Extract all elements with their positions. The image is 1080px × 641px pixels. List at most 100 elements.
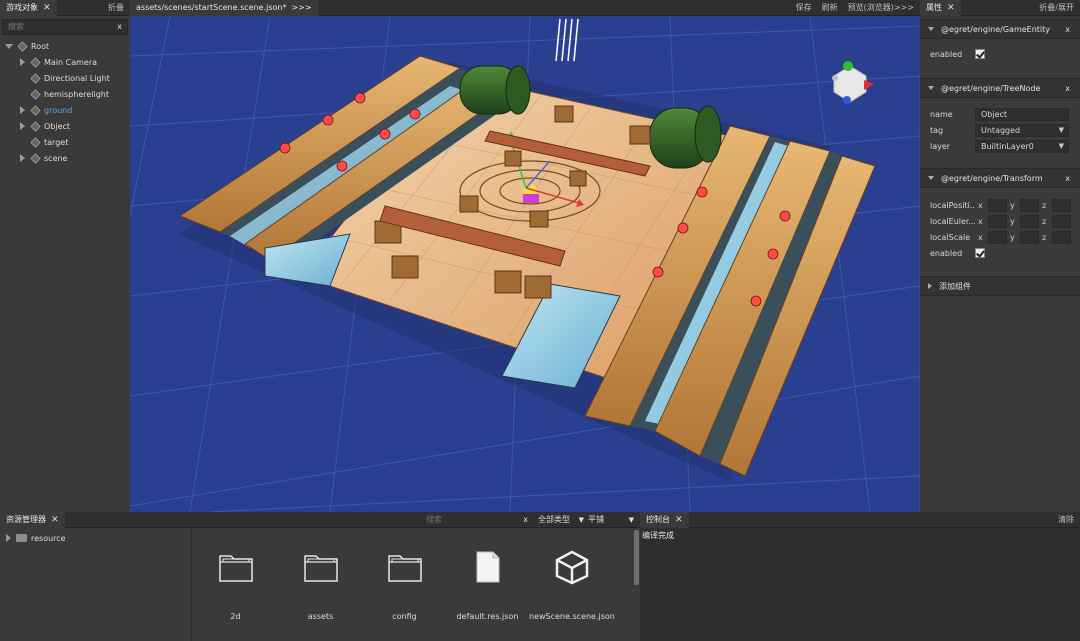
- asset-item-newscene[interactable]: newScene.scene.json: [529, 528, 615, 621]
- prop-layer: layer BuiltinLayer0 ▼: [930, 139, 1074, 153]
- expand-arrow-icon[interactable]: [18, 106, 26, 114]
- inspector-tab[interactable]: 属性 ✕: [920, 0, 961, 16]
- asset-grid: 2d assets config default.res.json newSce…: [193, 528, 640, 641]
- folder-label: resource: [31, 533, 66, 543]
- tree-item-root[interactable]: Root: [0, 38, 130, 54]
- scene-viewport[interactable]: [130, 16, 920, 512]
- tree-item-object[interactable]: Object: [0, 118, 130, 134]
- hierarchy-tab[interactable]: 游戏对象 ✕: [0, 0, 57, 16]
- tree-item-hemispherelight[interactable]: hemispherelight: [0, 86, 130, 102]
- hierarchy-tree: Root Main Camera Directional Light hemis…: [0, 38, 130, 166]
- close-icon[interactable]: ✕: [43, 3, 51, 13]
- component-header-game-entity[interactable]: @egret/engine/GameEntity x: [920, 19, 1080, 39]
- tree-item-label: Directional Light: [44, 73, 110, 83]
- asset-search-input[interactable]: 搜索 x: [422, 512, 532, 527]
- remove-component-button[interactable]: x: [1065, 174, 1070, 183]
- prop-label: enabled: [930, 49, 963, 59]
- tree-item-ground[interactable]: ground: [0, 102, 130, 118]
- collapse-expand-button[interactable]: 折叠/展开: [1039, 2, 1074, 13]
- x-input[interactable]: [988, 214, 1007, 228]
- remove-component-button[interactable]: x: [1065, 84, 1070, 93]
- expand-arrow-icon[interactable]: [18, 122, 26, 130]
- enabled-checkbox[interactable]: [975, 248, 985, 258]
- cube-icon: [555, 550, 588, 585]
- prop-label: localScale: [930, 232, 971, 242]
- component-title: @egret/engine/GameEntity: [941, 24, 1051, 34]
- tree-item-main-camera[interactable]: Main Camera: [0, 54, 130, 70]
- y-input[interactable]: [1020, 198, 1039, 212]
- refresh-button[interactable]: 刷新: [822, 2, 838, 13]
- assets-tab[interactable]: 资源管理器 ✕: [0, 511, 65, 528]
- name-input[interactable]: Object: [975, 107, 1069, 121]
- console-tab[interactable]: 控制台 ✕: [640, 511, 689, 528]
- collapse-arrow-icon[interactable]: [928, 176, 934, 180]
- game-object-icon: [30, 136, 41, 148]
- tree-item-directional-light[interactable]: Directional Light: [0, 70, 130, 86]
- z-input[interactable]: [1052, 214, 1071, 228]
- expand-arrow-icon[interactable]: [18, 154, 26, 162]
- view-mode-select[interactable]: 平铺 ▼: [588, 513, 636, 527]
- close-icon[interactable]: ✕: [947, 3, 955, 13]
- z-input[interactable]: [1052, 230, 1071, 244]
- x-input[interactable]: [988, 198, 1007, 212]
- y-input[interactable]: [1020, 230, 1039, 244]
- tree-item-target[interactable]: target: [0, 134, 130, 150]
- hierarchy-search-input[interactable]: 搜索 x: [2, 19, 128, 35]
- z-input[interactable]: [1052, 198, 1071, 212]
- tree-item-label: hemispherelight: [44, 89, 110, 99]
- expand-arrow-icon[interactable]: [18, 58, 26, 66]
- prop-local-position: localPositi... x y z: [930, 198, 1074, 212]
- collapse-arrow-icon[interactable]: [928, 86, 934, 90]
- y-input[interactable]: [1020, 214, 1039, 228]
- asset-scrollbar[interactable]: [634, 530, 639, 585]
- collapse-button[interactable]: 折叠: [108, 2, 124, 13]
- scene-file-tab[interactable]: assets/scenes/startScene.scene.json* >>>: [130, 0, 318, 16]
- folder-item-resource[interactable]: resource: [0, 530, 191, 546]
- component-header-transform[interactable]: @egret/engine/Transform x: [920, 168, 1080, 188]
- scene-tab-label: assets/scenes/startScene.scene.json*: [136, 3, 287, 12]
- tree-item-label: Root: [31, 41, 50, 51]
- dropdown-arrow-icon: ▼: [578, 515, 584, 524]
- add-component-label: 添加组件: [939, 281, 971, 291]
- prop-local-euler: localEuler... x y z: [930, 214, 1074, 228]
- x-input[interactable]: [988, 230, 1007, 244]
- more-tabs-button[interactable]: >>>: [291, 3, 311, 12]
- prop-label: tag: [930, 125, 944, 135]
- tree-item-scene[interactable]: scene: [0, 150, 130, 166]
- console-tabbar: 控制台 ✕ 清除: [640, 511, 1080, 528]
- game-object-icon: [30, 88, 41, 100]
- tree-item-label: Main Camera: [44, 57, 98, 67]
- dropdown-arrow-icon: ▼: [628, 515, 634, 524]
- search-placeholder: 搜索: [8, 22, 24, 31]
- remove-component-button[interactable]: x: [1065, 25, 1070, 34]
- console-panel: 控制台 ✕ 清除 编译完成: [640, 511, 1080, 641]
- component-header-tree-node[interactable]: @egret/engine/TreeNode x: [920, 78, 1080, 98]
- console-message: 编译完成: [642, 531, 674, 540]
- component-title: @egret/engine/Transform: [941, 173, 1043, 183]
- game-object-icon: [30, 104, 41, 116]
- asset-name: newScene.scene.json: [529, 612, 615, 621]
- game-object-icon: [30, 72, 41, 84]
- preview-browser-button[interactable]: 预览(浏览器)>>>: [848, 2, 914, 13]
- layer-select[interactable]: BuiltinLayer0 ▼: [975, 139, 1069, 153]
- collapse-arrow-icon[interactable]: [928, 27, 934, 31]
- close-icon[interactable]: ✕: [675, 515, 683, 525]
- close-icon[interactable]: ✕: [51, 515, 59, 525]
- asset-item-default-res-json[interactable]: default.res.json: [445, 528, 530, 621]
- asset-item-config[interactable]: config: [362, 528, 447, 621]
- expand-arrow-icon[interactable]: [5, 42, 13, 50]
- prop-name: name Object: [930, 107, 1074, 121]
- save-button[interactable]: 保存: [796, 2, 812, 13]
- asset-item-assets[interactable]: assets: [278, 528, 363, 621]
- asset-item-2d[interactable]: 2d: [193, 528, 278, 621]
- prop-label: localEuler...: [930, 216, 975, 226]
- add-component-button[interactable]: 添加组件: [920, 276, 1080, 296]
- type-filter-select[interactable]: 全部类型 ▼: [538, 513, 586, 527]
- tag-select[interactable]: Untagged ▼: [975, 123, 1069, 137]
- clear-console-button[interactable]: 清除: [1058, 514, 1074, 525]
- enabled-checkbox[interactable]: [975, 49, 985, 59]
- expand-arrow-icon[interactable]: [4, 534, 12, 542]
- assets-tab-label: 资源管理器: [6, 515, 46, 524]
- clear-search-icon[interactable]: x: [117, 20, 122, 34]
- clear-search-icon[interactable]: x: [523, 513, 528, 527]
